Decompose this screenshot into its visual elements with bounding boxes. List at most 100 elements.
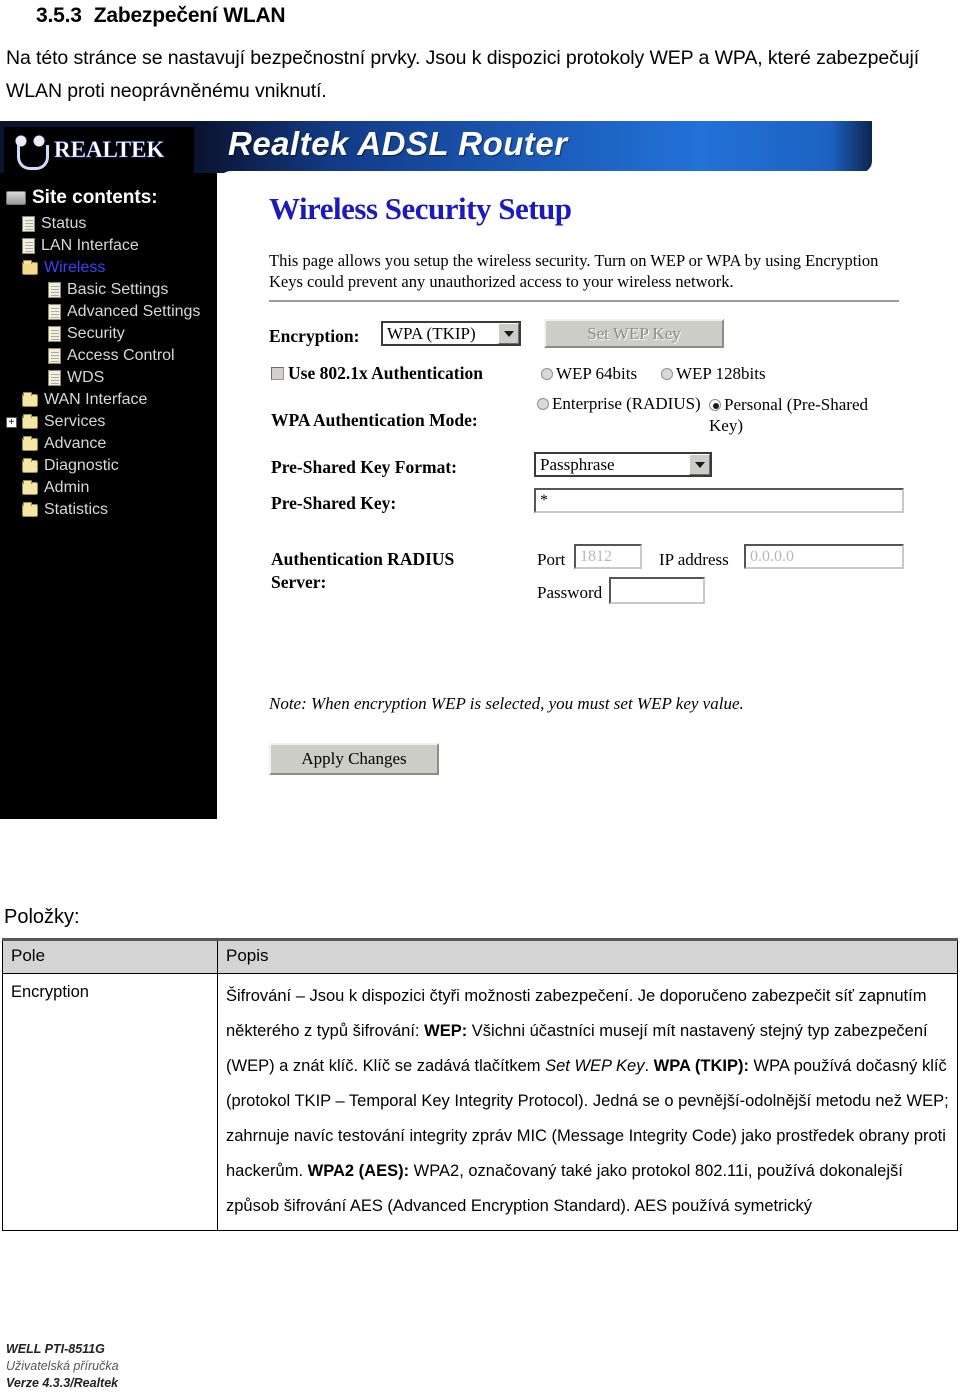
cell-field-name: Encryption — [2, 973, 218, 1231]
sidebar-item-wan-interface[interactable]: WAN Interface — [4, 389, 217, 411]
sidebar-item-label: Diagnostic — [44, 457, 119, 474]
wireless-security-form: Encryption: WPA (TKIP) Set WEP Key Use 8… — [269, 319, 905, 614]
footer-model: WELL PTI-8511G — [6, 1342, 105, 1356]
ip-address-label: IP address — [659, 550, 729, 569]
divider — [269, 300, 899, 302]
desc-wpa-term: WPA (TKIP): — [653, 1057, 749, 1075]
folder-open-icon — [22, 259, 38, 275]
page-icon — [48, 348, 61, 364]
sidebar-item-security[interactable]: Security — [4, 323, 217, 345]
sidebar-item-advance[interactable]: Advance — [4, 433, 217, 455]
sidebar-item-admin[interactable]: Admin — [4, 477, 217, 499]
psk-format-select[interactable]: Passphrase — [534, 452, 712, 477]
router-main-panel: Wireless Security Setup This page allows… — [217, 171, 905, 819]
sidebar-item-diagnostic[interactable]: Diagnostic — [4, 455, 217, 477]
checkbox-icon — [271, 367, 284, 380]
router-screenshot: Realtek ADSL Router REALTEK Site content… — [0, 121, 905, 819]
sidebar-item-advanced-settings[interactable]: Advanced Settings — [4, 301, 217, 323]
folder-icon — [22, 457, 38, 473]
desc-wep-term: WEP: — [424, 1022, 468, 1040]
desc-wpa2-term: WPA2 (AES): — [307, 1162, 410, 1180]
personal-psk-radio[interactable]: Personal (Pre-Shared Key) — [709, 394, 899, 436]
cell-description: Šifrování – Jsou k dispozici čtyři možno… — [217, 973, 958, 1231]
router-banner-title: Realtek ADSL Router — [228, 125, 568, 162]
sidebar-item-basic-settings[interactable]: Basic Settings — [4, 279, 217, 301]
page-icon — [48, 282, 61, 298]
sidebar-item-label: WDS — [67, 369, 105, 386]
page-footer: WELL PTI-8511G Uživatelská příručka Verz… — [6, 1341, 119, 1392]
port-label: Port — [537, 550, 566, 569]
wep128-label: WEP 128bits — [676, 364, 766, 383]
radio-icon — [661, 368, 673, 380]
footer-doc-type: Uživatelská příručka — [6, 1359, 119, 1373]
sidebar-item-wireless[interactable]: Wireless — [4, 257, 217, 279]
fields-table: Pole Popis Encryption Šifrování – Jsou k… — [2, 938, 958, 1231]
table-header-row: Pole Popis — [2, 938, 958, 974]
sidebar-item-services[interactable]: + Services — [4, 411, 217, 433]
password-input[interactable] — [609, 577, 705, 604]
intro-paragraph: Na této stránce se nastavují bezpečnostn… — [6, 47, 920, 102]
sidebar-item-label: Statistics — [44, 501, 109, 518]
sidebar-item-status[interactable]: Status — [4, 213, 217, 235]
sidebar-item-label: WAN Interface — [44, 391, 148, 408]
footer-version: Verze 4.3.3/Realtek — [6, 1376, 119, 1390]
wpa-auth-mode-label: WPA Authentication Mode: — [271, 410, 478, 430]
server-icon — [6, 191, 26, 205]
enterprise-radius-radio[interactable]: Enterprise (RADIUS) — [537, 394, 701, 414]
encryption-select[interactable]: WPA (TKIP) — [381, 321, 521, 346]
sidebar-item-label: Access Control — [67, 347, 175, 364]
sidebar-item-statistics[interactable]: Statistics — [4, 499, 217, 521]
folder-icon — [22, 413, 38, 429]
sidebar-item-access-control[interactable]: Access Control — [4, 345, 217, 367]
sidebar-item-wds[interactable]: WDS — [4, 367, 217, 389]
radius-label: Authentication RADIUS Server: — [271, 548, 454, 594]
encryption-label: Encryption: — [269, 326, 360, 346]
port-input[interactable]: 1812 — [574, 544, 642, 569]
heading-number: 3.5.3 — [36, 4, 82, 27]
set-wep-key-button[interactable]: Set WEP Key — [544, 319, 724, 348]
router-sidebar: Site contents: Status LAN Interface Wire… — [0, 173, 217, 819]
desc-wep-italic: Set WEP Key — [545, 1057, 645, 1075]
sidebar-item-label: LAN Interface — [41, 237, 139, 254]
use-8021x-checkbox[interactable]: Use 802.1x Authentication — [271, 363, 483, 384]
wep128-radio[interactable]: WEP 128bits — [661, 364, 766, 384]
wep-note: Note: When encryption WEP is selected, y… — [269, 694, 744, 713]
chevron-down-icon — [689, 454, 710, 475]
folder-icon — [22, 501, 38, 517]
radius-label-line1: Authentication RADIUS — [271, 549, 455, 569]
sidebar-item-label: Status — [41, 215, 87, 232]
psk-label: Pre-Shared Key: — [271, 493, 397, 513]
sidebar-root-text: Site contents: — [32, 187, 158, 208]
psk-format-row: Pre-Shared Key Format: Passphrase — [269, 452, 905, 488]
page-icon — [48, 326, 61, 342]
wep64-radio[interactable]: WEP 64bits — [541, 364, 637, 384]
page-icon — [22, 238, 35, 254]
radius-label-line2: Server: — [271, 572, 327, 592]
dot1x-row: Use 802.1x Authentication WEP 64bits WEP… — [269, 361, 905, 394]
sidebar-item-label: Advanced Settings — [67, 303, 201, 320]
router-page-title: Wireless Security Setup — [269, 191, 572, 226]
encryption-row: Encryption: WPA (TKIP) Set WEP Key — [269, 319, 905, 361]
realtek-logo-text: REALTEK — [54, 137, 165, 162]
psk-format-value: Passphrase — [540, 454, 615, 474]
wpa-auth-mode-row: WPA Authentication Mode: Enterprise (RAD… — [269, 394, 905, 452]
column-header-description: Popis — [217, 938, 958, 974]
realtek-logo-icon — [8, 130, 52, 170]
psk-format-label: Pre-Shared Key Format: — [271, 457, 457, 477]
folder-icon — [22, 479, 38, 495]
radio-icon — [537, 398, 549, 410]
realtek-logo: REALTEK — [4, 127, 194, 173]
desc-wep-tail: . — [644, 1057, 650, 1075]
wep64-label: WEP 64bits — [556, 364, 638, 383]
expand-icon[interactable]: + — [6, 416, 17, 428]
sidebar-item-lan-interface[interactable]: LAN Interface — [4, 235, 217, 257]
psk-input[interactable]: * — [534, 488, 904, 513]
ip-address-input[interactable]: 0.0.0.0 — [744, 544, 904, 569]
apply-changes-button[interactable]: Apply Changes — [269, 743, 439, 775]
password-label: Password — [537, 583, 603, 602]
sidebar-item-label: Advance — [44, 435, 107, 452]
page-icon — [22, 216, 35, 232]
sidebar-item-label: Wireless — [44, 259, 106, 276]
sidebar-item-label: Services — [44, 413, 106, 430]
radio-icon-selected — [709, 399, 721, 411]
